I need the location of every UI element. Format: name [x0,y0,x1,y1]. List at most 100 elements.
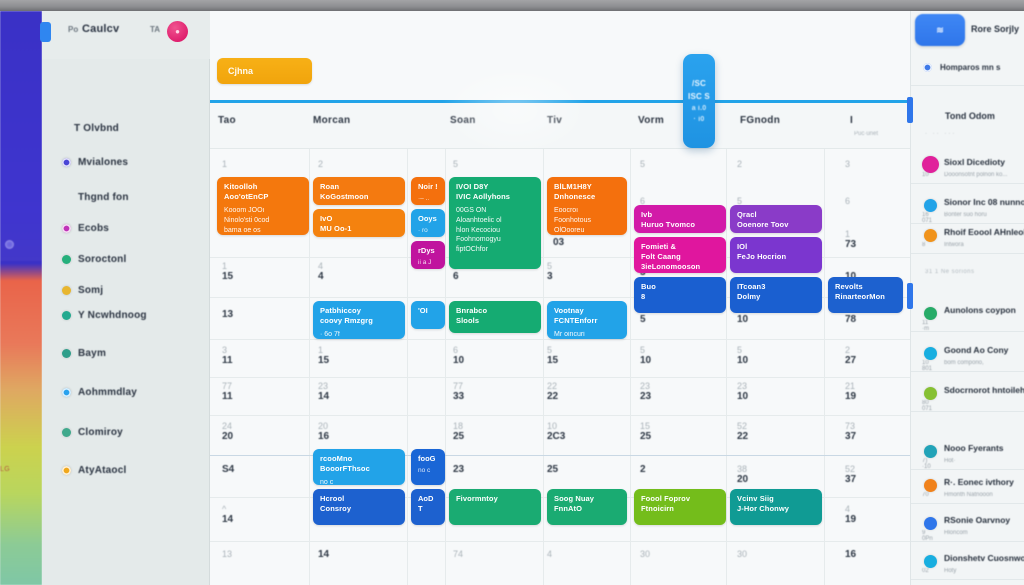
day-number[interactable]: 13 [222,309,233,320]
day-number[interactable]: 15 [547,355,558,366]
day-number[interactable]: 18 [453,421,463,431]
calendar-event[interactable]: Foool Foprov Ftnoicirn [634,489,726,525]
day-number[interactable]: 6 [453,345,458,355]
day-number[interactable]: 4 [547,549,552,559]
day-number[interactable]: 2C3 [547,431,565,442]
sidebar-item-6[interactable]: Baym [62,343,210,363]
calendar-event[interactable]: Soog Nuay FnnAtO [547,489,627,525]
day-number[interactable]: 37 [845,431,856,442]
avatar[interactable]: ● [167,21,188,42]
day-number[interactable]: 5 [547,345,552,355]
calendar-event[interactable]: Vootnay FCNTEnforr Mr oincuri [547,301,627,339]
day-number[interactable]: 03 [553,237,564,248]
floating-date-tab[interactable]: /SC ISC S a i.0 · i0 [683,54,715,148]
calendar-event[interactable]: Ivb Huruo Tvomco [634,205,726,233]
day-number[interactable]: 4 [318,271,324,282]
calendar-event[interactable]: 'OI [411,301,445,329]
sidebar-item-5[interactable]: Y Ncwhdnoog [62,305,210,325]
day-number[interactable]: 22 [547,381,557,391]
day-number[interactable]: 2 [640,464,646,475]
day-number[interactable]: 2 [318,159,323,169]
calendar-event[interactable]: Kitoolloh Aoo'otEnCP Kooom JOOı Ninolo'st… [217,177,309,235]
day-number[interactable]: 2 [845,345,850,355]
day-number[interactable]: 20 [222,431,233,442]
day-number[interactable]: 3 [547,271,553,282]
day-number[interactable]: 15 [640,421,650,431]
day-number[interactable]: ^ [222,504,226,514]
day-number[interactable]: 5 [737,345,742,355]
calendar-event[interactable]: Revolts RinarteorMon [828,277,903,313]
day-number[interactable]: 1 [222,159,227,169]
day-number[interactable]: 23 [737,381,747,391]
calendar-event[interactable]: Bnrabco Slools [449,301,541,333]
day-number[interactable]: 23 [318,381,328,391]
sidebar-item-8[interactable]: Clomiroy [62,422,210,442]
day-number[interactable]: 22 [547,391,558,402]
agenda-edge-tab-1[interactable] [907,97,913,123]
day-number[interactable]: S4 [222,464,234,475]
day-number[interactable]: 5 [640,345,645,355]
agenda-item[interactable]: Aunolons coypon 11 ·m [911,301,1024,335]
agenda-item[interactable]: Rhoif Eoool AHnleoly 8 Intwora [911,223,1024,257]
calendar-grid[interactable]: 1255236567031731154436533101345710078311… [210,149,910,585]
day-number[interactable]: 27 [845,355,856,366]
day-number[interactable]: 30 [640,549,650,559]
sidebar-item-1[interactable]: Thgnd fon [62,187,210,207]
sidebar-item-2[interactable]: Ecobs [62,218,210,238]
agenda-item[interactable]: Dionshetv Cuosnwoy 02 Hoty [911,549,1024,583]
day-number[interactable]: 15 [318,355,329,366]
day-number[interactable]: 23 [640,381,650,391]
create-event-button[interactable]: Cjhna [217,58,312,84]
day-number[interactable]: 23 [453,464,464,475]
day-number[interactable]: 33 [453,391,464,402]
agenda-item[interactable]: Goond Ao Cony 10 801 bom comporio, [911,341,1024,375]
calendar-event[interactable]: rcooMno BooorFThsoc no c [313,449,405,485]
day-number[interactable]: 6 [845,196,850,206]
sidebar-item-7[interactable]: Aohmmdlay [62,382,210,402]
day-number[interactable]: 1 [318,345,323,355]
sidebar-item-3[interactable]: Soroctonl [62,249,210,269]
calendar-event[interactable]: Fomieti & Folt Caang 3ieLonomooson [634,237,726,273]
agenda-item[interactable]: Sionor Inc 08 nunno 16 071 Bonter suo horu [911,193,1024,227]
day-number[interactable]: 16 [845,549,856,560]
day-number[interactable]: 73 [845,421,855,431]
day-number[interactable]: 19 [845,391,856,402]
day-number[interactable]: 22 [737,431,748,442]
day-number[interactable]: 5 [453,159,458,169]
day-number[interactable]: 14 [318,391,329,402]
sidebar-item-9[interactable]: AtyAtaocl [62,460,210,480]
agenda-item[interactable]: RSonie Oarvnoy 9 0Pn Hloncom [911,511,1024,545]
day-number[interactable]: 15 [222,271,233,282]
calendar-event[interactable]: Vcinv Siig J-Hor Chonwy [730,489,822,525]
calendar-event[interactable]: AoD T [411,489,445,525]
day-number[interactable]: 13 [222,549,232,559]
day-number[interactable]: 5 [640,159,645,169]
day-number[interactable]: 10 [640,355,651,366]
day-number[interactable]: 1 [845,229,850,239]
day-number[interactable]: 14 [222,514,233,525]
day-number[interactable]: 21 [845,381,855,391]
day-number[interactable]: 10 [737,391,748,402]
calendar-event[interactable]: Fivormntoy [449,489,541,525]
agenda-item[interactable]: Sioxl Dicedioty 10 Dooonsotnt polnon ko... [911,153,1024,187]
calendar-event[interactable]: ITcoan3 Dolmy [730,277,822,313]
day-number[interactable]: 38 [737,464,747,474]
agenda-item[interactable]: Sdocrnorot hntoilehn 80 071 [911,381,1024,415]
day-number[interactable]: 11 [222,391,233,402]
day-number[interactable]: 20 [737,474,748,485]
calendar-event[interactable]: rDys ii a J [411,241,445,269]
day-number[interactable]: 10 [737,355,748,366]
day-number[interactable]: 4 [845,504,850,514]
day-number[interactable]: 6 [453,271,459,282]
calendar-event[interactable]: Noir ! ·– .. [411,177,445,205]
sidebar-item-0[interactable]: Mvialones [62,152,210,172]
day-number[interactable]: 77 [453,381,463,391]
day-number[interactable]: 3 [845,159,850,169]
sidebar-item-4[interactable]: Somj [62,280,210,300]
calendar-event[interactable]: IOl FeJo Hocrion [730,237,822,273]
calendar-event[interactable]: Ooys · ro [411,209,445,237]
agenda-item[interactable]: Nooo Fyerants 7) ·10 Hot· [911,439,1024,473]
day-number[interactable]: 5 [547,261,552,271]
day-number[interactable]: 14 [318,549,329,560]
day-number[interactable]: 77 [222,381,232,391]
